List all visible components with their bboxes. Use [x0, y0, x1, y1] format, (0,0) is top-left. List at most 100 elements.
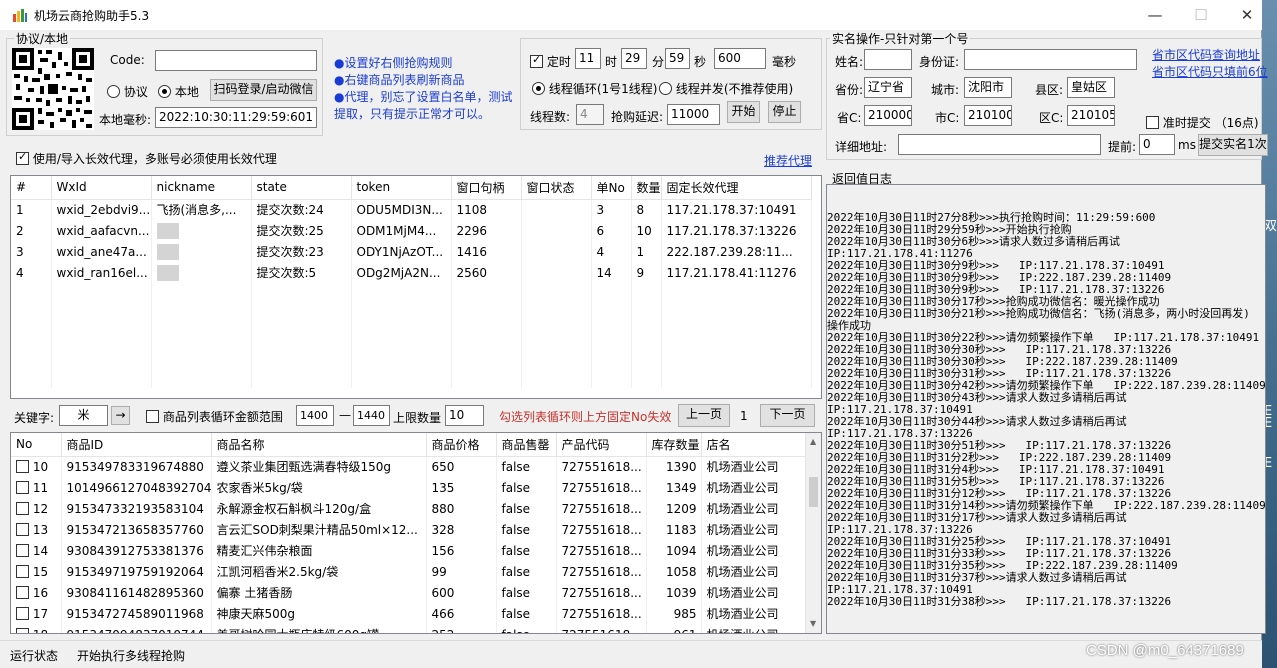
hour-input[interactable]: 11: [575, 48, 601, 69]
address-input[interactable]: [898, 134, 1101, 155]
code-input[interactable]: [155, 50, 317, 71]
city-input[interactable]: 沈阳市: [964, 77, 1012, 98]
radio-local-circle[interactable]: [158, 85, 171, 98]
city-code-input[interactable]: 210100: [964, 105, 1012, 126]
col-wxid[interactable]: WxId: [51, 176, 152, 200]
account-row[interactable]: 2 wxid_aafacvn... 提交次数:25 ODM1MjM4... 2296 6 1…: [11, 220, 812, 241]
advance-input[interactable]: 0: [1139, 134, 1175, 155]
product-row[interactable]: 13 915347213658357760 言云汇SOD刺梨果汁精品50ml×12.…: [11, 519, 807, 540]
prov-code-input[interactable]: 210000: [864, 105, 912, 126]
product-row[interactable]: 11 1014966127048392704 农家香米5kg/袋 135 false 72…: [11, 477, 807, 498]
local-ms-input[interactable]: 2022:10:30:11:29:59:601: [155, 107, 317, 128]
radio-local[interactable]: 本地: [158, 83, 199, 100]
code-query-link[interactable]: 省市区代码查询地址: [1152, 46, 1260, 63]
row-checkbox[interactable]: [16, 627, 29, 633]
mode-loop-circle[interactable]: [532, 82, 545, 95]
product-row[interactable]: 17 915347274589011968 神康天麻500g 466 false 7275…: [11, 603, 807, 624]
loop-price-check[interactable]: [146, 410, 159, 423]
mode-parallel-circle[interactable]: [659, 82, 672, 95]
col-quantity[interactable]: 数量: [631, 176, 662, 200]
maximize-button[interactable]: ☐: [1178, 0, 1224, 30]
col-product-code[interactable]: 产品代码: [556, 433, 647, 457]
mode-loop-radio[interactable]: 线程循环(1号1线程): [532, 80, 657, 97]
col-shop[interactable]: 店名: [701, 433, 807, 457]
keyword-input[interactable]: 米: [59, 405, 108, 426]
account-row[interactable]: 1 wxid_2ebdvi9... 飞扬(消息多,... 提交次数:24 ODU5MDI…: [11, 199, 812, 220]
mode-parallel-radio[interactable]: 线程并发(不推荐使用): [659, 80, 793, 97]
col-window-handle[interactable]: 窗口句柄: [451, 176, 522, 200]
title-bar[interactable]: 机场云商抢购助手5.3 — ☐ ✕: [0, 0, 1262, 30]
col-sold-out[interactable]: 商品售罄: [496, 433, 557, 457]
minute-label: 分: [652, 55, 665, 69]
prev-page-button[interactable]: 上一页: [678, 404, 730, 427]
product-row[interactable]: 16 930841161482895360 偏寨 土猪香肠 600 false 72755…: [11, 582, 807, 603]
col-index[interactable]: #: [11, 176, 52, 200]
timed-check[interactable]: [530, 53, 543, 68]
second-input[interactable]: 59: [665, 48, 690, 69]
col-no[interactable]: No: [11, 433, 62, 457]
product-row[interactable]: 12 915347332193583104 永解源金权石斛枫斗120g/盒 880 fa…: [11, 498, 807, 519]
delay-input[interactable]: 11000: [667, 104, 720, 125]
cell: 14: [11, 540, 62, 561]
row-checkbox[interactable]: [16, 606, 29, 620]
products-scrollbar[interactable]: ▲ ▼: [805, 433, 821, 633]
col-nickname[interactable]: nickname: [151, 176, 252, 200]
product-row[interactable]: 18 915347094837010744美哥树哈园大瓶店特级600g罐252fa…: [11, 624, 807, 633]
start-button[interactable]: 开始: [727, 101, 760, 123]
col-stock[interactable]: 库存数量: [646, 433, 702, 457]
row-checkbox[interactable]: [16, 480, 29, 494]
limit-input[interactable]: 10: [445, 405, 484, 426]
scan-login-button[interactable]: 扫码登录/启动微信: [210, 79, 317, 101]
use-proxy-check[interactable]: [16, 150, 29, 165]
county-input[interactable]: 皇姑区: [1067, 77, 1115, 98]
code-fill-link[interactable]: 省市区代码只填前6位: [1152, 63, 1268, 80]
row-checkbox[interactable]: [16, 585, 29, 599]
row-checkbox[interactable]: [16, 564, 29, 578]
price-min-input[interactable]: 1400: [296, 405, 334, 426]
protocol-group-title: 协议/本地: [14, 30, 71, 47]
col-price[interactable]: 商品价格: [426, 433, 497, 457]
col-product-name[interactable]: 商品名称: [211, 433, 427, 457]
minimize-button[interactable]: —: [1132, 0, 1178, 30]
product-row[interactable]: 10 915349783319674880 遵义茶业集团甄选满春特级150g 650 f…: [11, 456, 807, 477]
keyword-go-button[interactable]: →: [111, 406, 130, 425]
name-input[interactable]: [864, 49, 912, 70]
scroll-up-icon[interactable]: ▲: [810, 437, 816, 446]
row-checkbox[interactable]: [16, 459, 29, 473]
row-checkbox[interactable]: [16, 543, 29, 557]
threads-input[interactable]: 4: [576, 104, 604, 125]
radio-protocol-circle[interactable]: [107, 85, 120, 98]
next-page-button[interactable]: 下一页: [760, 404, 815, 427]
log-textarea[interactable]: 2022年10月30日11时27分8秒>>>执行抢购时间：11:29:59:60…: [826, 184, 1266, 634]
area-code-input[interactable]: 210105: [1067, 105, 1115, 126]
loop-price-checkbox[interactable]: 商品列表循环金额范围: [146, 408, 283, 425]
recommend-proxy-link[interactable]: 推荐代理: [764, 152, 812, 169]
col-proxy[interactable]: 固定长效代理: [661, 176, 812, 200]
col-token[interactable]: token: [351, 176, 452, 200]
scroll-thumb[interactable]: [809, 477, 818, 507]
row-checkbox[interactable]: [16, 522, 29, 536]
ms-input[interactable]: 600: [714, 48, 766, 69]
radio-protocol[interactable]: 协议: [107, 83, 148, 100]
timed-checkbox[interactable]: 定时: [530, 53, 571, 70]
price-max-input[interactable]: 1440: [353, 405, 390, 426]
ontime-check[interactable]: [1146, 116, 1159, 129]
stop-button[interactable]: 停止: [768, 101, 801, 123]
use-proxy-checkbox[interactable]: 使用/导入长效代理，多账号必须使用长效代理: [16, 150, 277, 167]
row-checkbox[interactable]: [16, 501, 29, 515]
product-row[interactable]: 15 915349719759192064 江凯河稻香米2.5kg/袋 99 false…: [11, 561, 807, 582]
close-button[interactable]: ✕: [1224, 0, 1270, 30]
col-window-state[interactable]: 窗口状态: [521, 176, 592, 200]
submit-realname-button[interactable]: 提交实名1次: [1198, 134, 1268, 156]
account-row[interactable]: 4 wxid_ran16el... 提交次数:5 ODg2MjA2N... 2560 14…: [11, 262, 812, 283]
col-order-no[interactable]: 单No: [591, 176, 632, 200]
scroll-down-icon[interactable]: ▼: [810, 619, 816, 628]
id-input[interactable]: [964, 49, 1137, 70]
product-row[interactable]: 14 930843912753381376 精麦汇兴伟杂粮面 156 false 7275…: [11, 540, 807, 561]
col-product-id[interactable]: 商品ID: [61, 433, 212, 457]
minute-input[interactable]: 29: [621, 48, 647, 69]
province-input[interactable]: 辽宁省: [864, 77, 912, 98]
ontime-checkbox[interactable]: 准时提交 （16点): [1146, 114, 1259, 131]
account-row[interactable]: 3 wxid_ane47a... 提交次数:23 ODY1NjAzOT... 1416 4…: [11, 241, 812, 262]
col-state[interactable]: state: [251, 176, 352, 200]
